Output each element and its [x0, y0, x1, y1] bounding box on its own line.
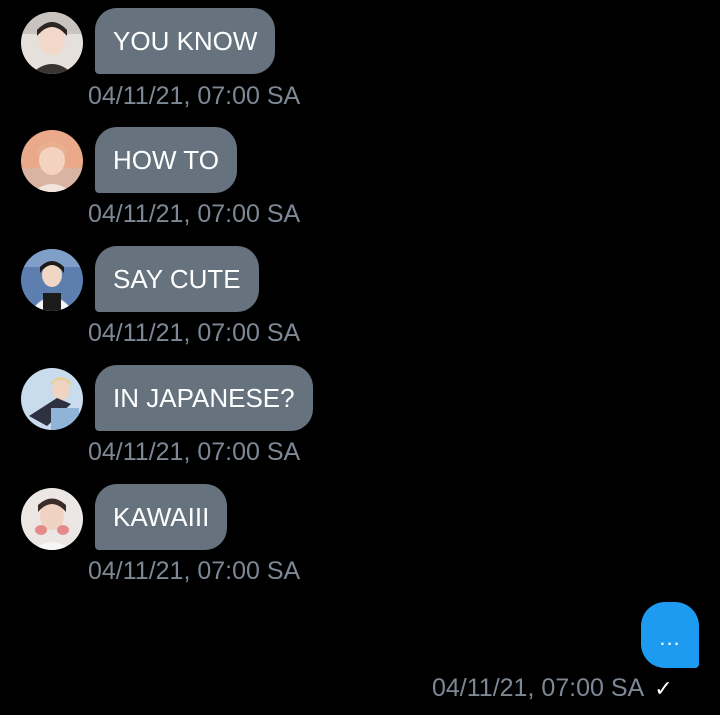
- sender-avatar[interactable]: [21, 130, 83, 192]
- typing-indicator: ...: [659, 625, 681, 650]
- message-bubble[interactable]: HOW TO: [95, 127, 237, 193]
- sender-avatar[interactable]: [21, 12, 83, 74]
- conversation-thread: YOU KNOW 04/11/21, 07:00 SA HOW TO 04/11…: [0, 0, 720, 715]
- message-text: YOU KNOW: [113, 26, 258, 56]
- outgoing-timestamp: 04/11/21, 07:00 SA: [432, 674, 645, 702]
- message-text: KAWAIII: [113, 502, 210, 532]
- message-timestamp: 04/11/21, 07:00 SA: [88, 200, 301, 228]
- message-bubble[interactable]: KAWAIII: [95, 484, 228, 550]
- message-timestamp: 04/11/21, 07:00 SA: [88, 82, 301, 110]
- incoming-message: YOU KNOW 04/11/21, 07:00 SA: [0, 0, 720, 118]
- profile-photo-icon: [21, 12, 83, 74]
- profile-photo-icon: [21, 368, 83, 430]
- sender-avatar[interactable]: [21, 249, 83, 311]
- profile-photo-icon: [21, 130, 83, 192]
- message-timestamp: 04/11/21, 07:00 SA: [88, 557, 301, 585]
- incoming-message: KAWAIII 04/11/21, 07:00 SA: [0, 476, 720, 594]
- incoming-message: SAY CUTE 04/11/21, 07:00 SA: [0, 238, 720, 356]
- message-timestamp: 04/11/21, 07:00 SA: [88, 319, 301, 347]
- profile-photo-icon: [21, 249, 83, 311]
- incoming-message: HOW TO 04/11/21, 07:00 SA: [0, 119, 720, 237]
- incoming-message: IN JAPANESE? 04/11/21, 07:00 SA: [0, 357, 720, 475]
- message-timestamp: 04/11/21, 07:00 SA: [88, 438, 301, 466]
- sender-avatar[interactable]: [21, 368, 83, 430]
- message-text: SAY CUTE: [113, 264, 241, 294]
- message-text: IN JAPANESE?: [113, 383, 295, 413]
- outgoing-message-bubble[interactable]: ...: [641, 602, 699, 668]
- profile-photo-icon: [21, 488, 83, 550]
- message-bubble[interactable]: YOU KNOW: [95, 8, 276, 74]
- sender-avatar[interactable]: [21, 488, 83, 550]
- message-text: HOW TO: [113, 145, 219, 175]
- message-bubble[interactable]: SAY CUTE: [95, 246, 259, 312]
- outgoing-timestamp-row: 04/11/21, 07:00 SA ✓: [432, 674, 673, 708]
- checkmark-icon: ✓: [654, 676, 673, 701]
- message-bubble[interactable]: IN JAPANESE?: [95, 365, 313, 431]
